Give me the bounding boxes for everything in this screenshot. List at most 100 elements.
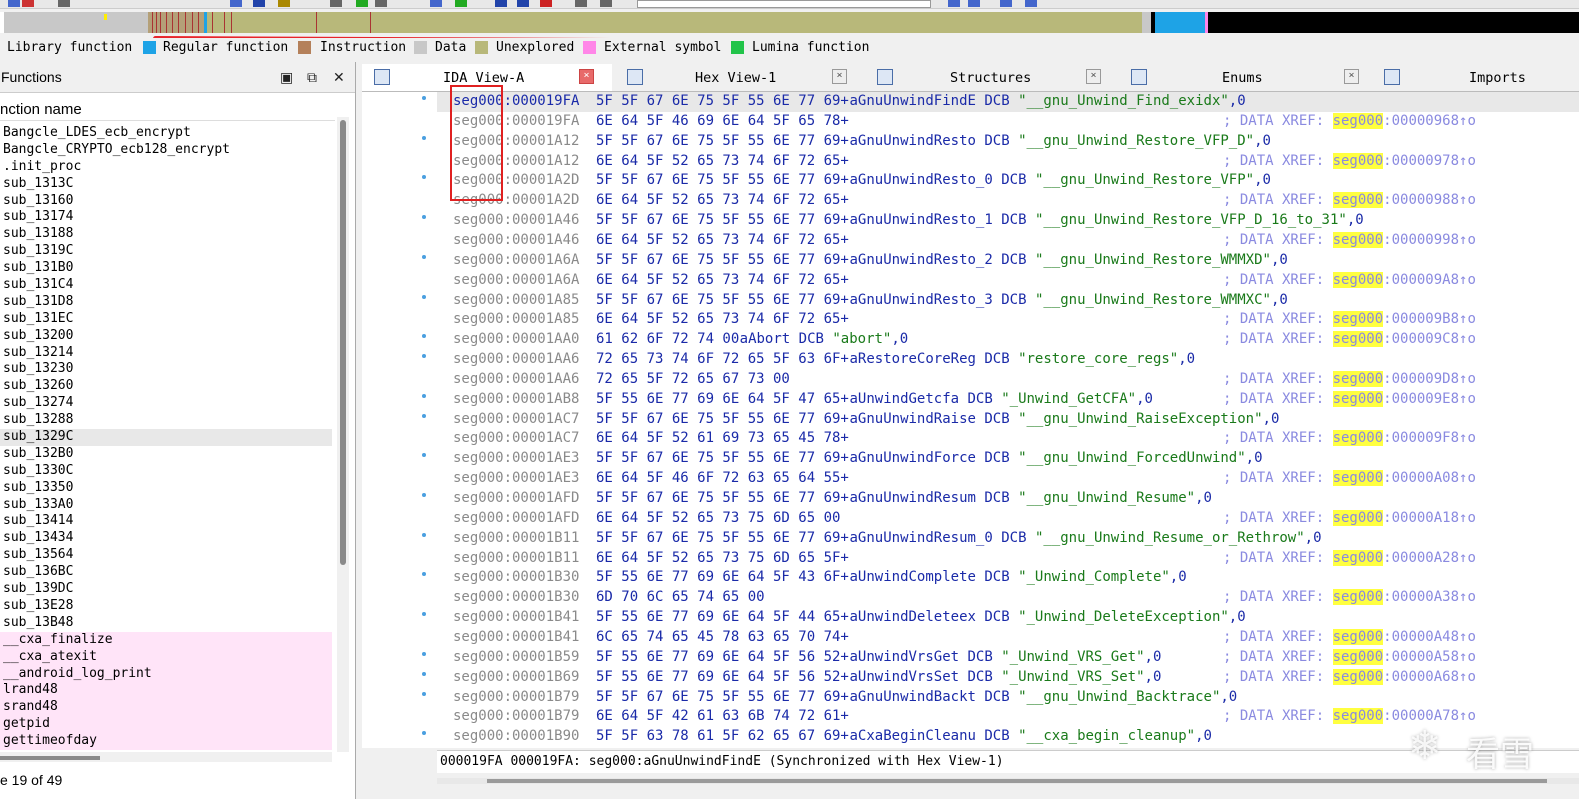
disasm-line[interactable]: seg000:00001B30 5F 55 6E 77 69 6E 64 5F 4… [437,568,1579,588]
function-list-item[interactable]: sub_1329C [0,429,332,446]
function-list-item[interactable]: sub_13188 [0,226,332,243]
function-list-item[interactable]: sub_13350 [0,480,332,497]
toolbar-button-icon[interactable] [948,0,960,7]
function-list-item[interactable]: sub_13274 [0,395,332,412]
function-list-item[interactable]: __android_log_print [0,665,332,683]
xref-segment-highlight[interactable]: seg000 [1332,331,1384,348]
xref-segment-highlight[interactable]: seg000 [1332,509,1384,526]
disasm-line[interactable]: seg000:00001AA6 72 65 73 74 6F 72 65 5F 6… [437,350,1579,370]
disasm-line[interactable]: seg000:00001AB8 5F 55 6E 77 69 6E 64 5F 4… [437,390,1579,410]
xref-comment[interactable]: ; DATA XREF: seg000:00000A58↑o [1223,648,1476,668]
xref-segment-highlight[interactable]: seg000 [1332,390,1384,407]
disasm-line[interactable]: seg000:00001B41 6C 65 74 65 45 78 63 65 7… [437,628,1579,648]
disasm-line[interactable]: seg000:00001AFD 6E 64 5F 52 65 73 75 6D 6… [437,509,1579,529]
toolbar-button-icon[interactable] [253,0,265,7]
xref-segment-highlight[interactable]: seg000 [1332,470,1384,487]
xref-comment[interactable]: ; DATA XREF: seg000:00000A08↑o [1223,469,1476,489]
tab-close-icon[interactable]: × [579,69,594,84]
toolbar-button-icon[interactable] [600,0,612,7]
function-list-item[interactable]: sub_1330C [0,463,332,480]
tab-imports[interactable]: Imports [1372,64,1579,91]
function-list-item[interactable]: sub_13288 [0,412,332,429]
debugger-select[interactable] [637,0,931,8]
disasm-line[interactable]: seg000:00001B59 5F 55 6E 77 69 6E 64 5F 5… [437,648,1579,668]
disasm-line[interactable]: seg000:00001AFD 5F 5F 67 6E 75 5F 55 6E 7… [437,489,1579,509]
disasm-line[interactable]: seg000:00001A6A 6E 64 5F 52 65 73 74 6F 7… [437,271,1579,291]
disasm-line[interactable]: seg000:00001B30 6D 70 6C 65 74 65 00 ; DAT… [437,588,1579,608]
function-list-item[interactable]: sub_13260 [0,378,332,395]
xref-comment[interactable]: ; DATA XREF: seg000:00000998↑o [1223,231,1476,251]
function-list-item[interactable]: sub_13200 [0,328,332,345]
xref-segment-highlight[interactable]: seg000 [1332,370,1384,387]
disasm-line[interactable]: seg000:00001A46 5F 5F 67 6E 75 5F 55 6E 7… [437,211,1579,231]
function-list-item[interactable]: sub_131EC [0,311,332,328]
disasm-line[interactable]: seg000:00001AA0 61 62 6F 72 74 00 aAbort … [437,330,1579,350]
toolbar-button-icon[interactable] [430,0,442,7]
xref-comment[interactable]: ; DATA XREF: seg000:00000A18↑o [1223,509,1476,529]
xref-segment-highlight[interactable]: seg000 [1332,311,1384,328]
disasm-line[interactable]: seg000:00001B11 5F 5F 67 6E 75 5F 55 6E 7… [437,529,1579,549]
xref-comment[interactable]: ; DATA XREF: seg000:00000978↑o [1223,152,1476,172]
function-list-item[interactable]: sub_13174 [0,209,332,226]
xref-segment-highlight[interactable]: seg000 [1332,589,1384,606]
xref-segment-highlight[interactable]: seg000 [1332,648,1384,665]
close-icon[interactable]: ✕ [333,69,345,86]
xref-segment-highlight[interactable]: seg000 [1332,668,1384,685]
toolbar-button-icon[interactable] [356,0,368,7]
disasm-line[interactable]: seg000:00001A85 5F 5F 67 6E 75 5F 55 6E 7… [437,291,1579,311]
toolbar-button-icon[interactable] [278,0,290,7]
toolbar-button-icon[interactable] [375,0,387,7]
function-list-item[interactable]: sub_131B0 [0,260,332,277]
function-list-item[interactable]: __cxa_finalize [0,631,332,649]
toolbar-button-icon[interactable] [575,0,587,7]
maximize-icon[interactable]: ▣ [280,69,293,86]
xref-segment-highlight[interactable]: seg000 [1332,152,1384,169]
xref-comment[interactable]: ; DATA XREF: seg000:000009D8↑o [1223,370,1476,390]
function-list-item[interactable]: lrand48 [0,682,332,700]
disasm-line[interactable]: seg000:00001B69 5F 55 6E 77 69 6E 64 5F 5… [437,668,1579,688]
disasm-line[interactable]: seg000:000019FA 6E 64 5F 46 69 6E 64 5F 6… [437,112,1579,132]
disasm-line[interactable]: seg000:00001A85 6E 64 5F 52 65 73 74 6F 7… [437,310,1579,330]
xref-comment[interactable]: ; DATA XREF: seg000:00000988↑o [1223,191,1476,211]
horizontal-scrollbar-thumb[interactable] [0,756,100,760]
function-list-item[interactable]: __cxa_atexit [0,648,332,666]
disasm-line[interactable]: seg000:00001B41 5F 55 6E 77 69 6E 64 5F 4… [437,608,1579,628]
toolbar-button-icon[interactable] [540,0,552,7]
xref-segment-highlight[interactable]: seg000 [1332,549,1384,566]
navigation-band[interactable] [0,12,1579,33]
xref-segment-highlight[interactable]: seg000 [1332,430,1384,447]
toolbar-button-icon[interactable] [455,0,467,7]
disasm-line[interactable]: seg000:00001AE3 5F 5F 67 6E 75 5F 55 6E 7… [437,449,1579,469]
xref-comment[interactable]: ; DATA XREF: seg000:00000A68↑o [1223,668,1476,688]
view-scrollbar-thumb[interactable] [487,779,1547,783]
function-name-column-header[interactable]: nction name [0,98,335,121]
function-list-item[interactable]: sub_131D8 [0,294,332,311]
xref-comment[interactable]: ; DATA XREF: seg000:00000A48↑o [1223,628,1476,648]
disasm-line[interactable]: seg000:00001A2D 5F 5F 67 6E 75 5F 55 6E 7… [437,171,1579,191]
ida-view-a[interactable]: seg000:000019FA 5F 5F 67 6E 75 5F 55 6E 7… [437,92,1579,748]
tab-hex-view-1[interactable]: Hex View-1 × [615,64,855,91]
xref-comment[interactable]: ; DATA XREF: seg000:00000A28↑o [1223,549,1476,569]
function-list-item[interactable]: .init_proc [0,159,332,176]
disasm-line[interactable]: seg000:00001A12 6E 64 5F 52 65 73 74 6F 7… [437,152,1579,172]
function-list-item[interactable]: sub_13E28 [0,598,332,615]
disasm-line[interactable]: seg000:00001A46 6E 64 5F 52 65 73 74 6F 7… [437,231,1579,251]
tab-close-icon[interactable]: × [1344,69,1359,84]
function-list-item[interactable]: Bangcle_CRYPTO_ecb128_encrypt [0,142,332,159]
function-list-item[interactable]: sub_13160 [0,193,332,210]
tab-enums[interactable]: Enums × [1119,64,1359,91]
toolbar-button-icon[interactable] [1000,0,1012,7]
xref-comment[interactable]: ; DATA XREF: seg000:000009B8↑o [1223,310,1476,330]
disasm-line[interactable]: seg000:00001AE3 6E 64 5F 46 6F 72 63 65 6… [437,469,1579,489]
function-list-item[interactable]: srand48 [0,699,332,717]
scrollbar-thumb[interactable] [340,120,346,565]
disasm-line[interactable]: seg000:00001B11 6E 64 5F 52 65 73 75 6D 6… [437,549,1579,569]
tab-close-icon[interactable]: × [832,69,847,84]
xref-segment-highlight[interactable]: seg000 [1332,628,1384,645]
toolbar-button-icon[interactable] [1025,0,1037,7]
toolbar-button-icon[interactable] [58,0,70,7]
function-list-item[interactable]: sub_132B0 [0,446,332,463]
toolbar-button-icon[interactable] [22,0,34,7]
xref-segment-highlight[interactable]: seg000 [1332,708,1384,725]
function-list-item[interactable]: sub_1319C [0,243,332,260]
